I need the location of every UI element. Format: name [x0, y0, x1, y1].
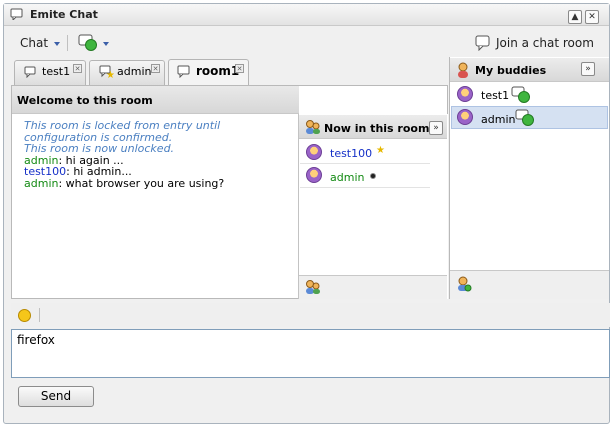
chevron-down-icon[interactable]: [54, 42, 60, 46]
emoticon-icon[interactable]: [18, 309, 31, 322]
avatar: [457, 86, 473, 102]
toolbar-divider: [67, 35, 68, 51]
buddy-name[interactable]: test1: [481, 89, 509, 102]
tab-label[interactable]: test1: [42, 65, 70, 78]
message-text: : what browser you are using?: [58, 176, 225, 190]
collapse-buddies-button[interactable]: »: [581, 62, 595, 76]
tab-label[interactable]: room1: [196, 64, 239, 78]
buddies-footer: [450, 270, 609, 299]
message-list: This room is locked from entry until con…: [24, 120, 292, 189]
join-room-link[interactable]: Join a chat room: [496, 36, 594, 50]
info-message: This room is locked from entry until con…: [24, 119, 221, 144]
chat-star-icon: ★: [99, 65, 115, 81]
users-icon: [304, 119, 322, 138]
svg-text:★: ★: [106, 70, 114, 78]
close-tab-icon[interactable]: ✕: [151, 64, 160, 73]
dot-icon: [370, 173, 376, 179]
occupants-title: Now in this room: [324, 122, 430, 135]
add-users-icon[interactable]: [304, 279, 322, 298]
room-header-title: Welcome to this room: [17, 94, 153, 107]
chevron-down-icon[interactable]: [103, 42, 109, 46]
online-chat-icon: [515, 109, 535, 130]
send-button[interactable]: Send: [18, 386, 94, 407]
buddy-name[interactable]: admin: [481, 113, 515, 126]
buddies-title: My buddies: [475, 64, 547, 77]
close-tab-icon[interactable]: ✕: [73, 64, 82, 73]
chat-window-icon: [10, 8, 24, 23]
avatar: [306, 167, 322, 183]
online-chat-icon: [511, 86, 531, 107]
tab-label[interactable]: admin: [117, 65, 151, 78]
occupant-name[interactable]: admin: [330, 171, 364, 184]
close-tab-icon[interactable]: ✕: [235, 64, 244, 73]
add-buddy-icon[interactable]: [456, 276, 472, 295]
input-toolbar-divider: [39, 308, 40, 322]
occupant-name[interactable]: test100: [330, 147, 372, 160]
chat-icon: [24, 66, 37, 81]
avatar: [457, 109, 473, 125]
close-button[interactable]: ✕: [585, 10, 599, 24]
chat-menu-button[interactable]: Chat: [20, 36, 48, 50]
chat-message: admin: what browser you are using?: [24, 176, 292, 190]
message-nick: admin: [24, 176, 59, 190]
message-input[interactable]: firefox: [11, 329, 610, 378]
star-icon: ★: [376, 145, 385, 156]
join-room-icon[interactable]: [475, 35, 493, 54]
avatar: [306, 144, 322, 160]
input-toolbar: [11, 303, 610, 327]
status-menu-button[interactable]: [78, 34, 98, 55]
window-title: Emite Chat: [30, 8, 98, 21]
collapse-occupants-button[interactable]: »: [429, 121, 443, 135]
user-icon: [456, 62, 470, 81]
chat-icon: [177, 65, 191, 81]
minimize-button[interactable]: ▲: [568, 10, 582, 24]
